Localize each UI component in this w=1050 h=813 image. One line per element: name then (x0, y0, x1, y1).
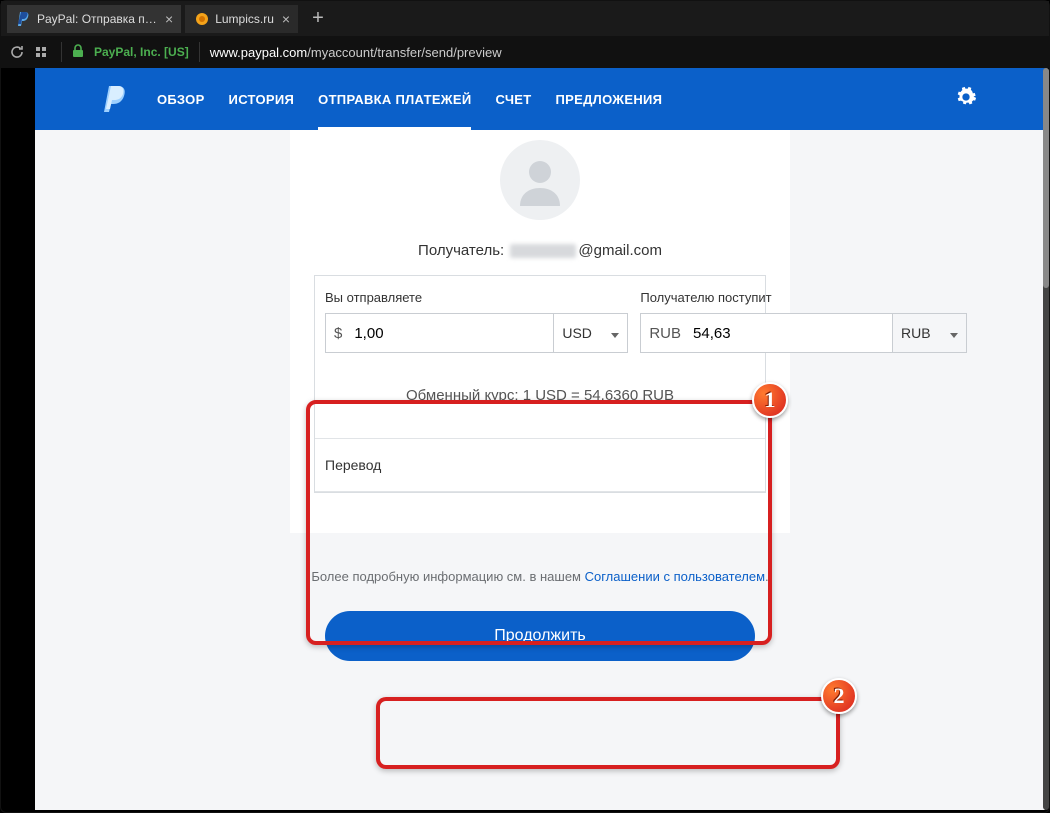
recipient-gets-label: Получателю поступит (640, 290, 967, 305)
lumpics-favicon-icon (195, 12, 209, 26)
nav-send-payments[interactable]: ОТПРАВКА ПЛАТЕЖЕЙ (318, 68, 471, 130)
tab-title: Lumpics.ru (215, 12, 274, 26)
recv-currency-symbol: RUB (641, 314, 685, 352)
paypal-logo-icon[interactable] (103, 84, 129, 114)
address-bar[interactable]: www.paypal.com/myaccount/transfer/send/p… (210, 45, 502, 60)
reload-icon[interactable] (9, 44, 25, 60)
recv-currency-value: RUB (901, 325, 931, 341)
recipient-label: Получатель: (418, 242, 504, 259)
send-currency-select[interactable]: USD (553, 314, 627, 352)
recipient-avatar-icon (500, 140, 580, 220)
user-agreement-link[interactable]: Соглашении с пользователем (585, 569, 765, 584)
amount-form: Вы отправляете $ USD Получателю поступит (314, 275, 766, 493)
recipient-line: Получатель: @gmail.com (290, 242, 790, 259)
recipient-name-redacted (510, 244, 576, 258)
tab-title: PayPal: Отправка платеж (37, 12, 157, 26)
send-currency-symbol: $ (326, 314, 346, 352)
new-tab-button[interactable]: + (302, 7, 334, 30)
agreement-text: Более подробную информацию см. в нашем С… (35, 567, 1045, 587)
close-tab-icon[interactable]: × (165, 11, 173, 27)
paypal-header: ОБЗОР ИСТОРИЯ ОТПРАВКА ПЛАТЕЖЕЙ СЧЕТ ПРЕ… (35, 68, 1045, 130)
nav-offers[interactable]: ПРЕДЛОЖЕНИЯ (556, 68, 663, 130)
transfer-card: Получатель: @gmail.com Вы отправляете $ … (290, 130, 790, 533)
browser-tab-paypal[interactable]: PayPal: Отправка платеж × (7, 5, 181, 33)
paypal-nav: ОБЗОР ИСТОРИЯ ОТПРАВКА ПЛАТЕЖЕЙ СЧЕТ ПРЕ… (157, 68, 662, 130)
gear-icon[interactable] (955, 86, 977, 113)
browser-urlbar: PayPal, Inc. [US] www.paypal.com/myaccou… (1, 36, 1049, 68)
app-frame: PayPal: Отправка платеж × Lumpics.ru × +… (0, 0, 1050, 813)
recv-currency-select[interactable]: RUB (892, 314, 966, 352)
nav-history[interactable]: ИСТОРИЯ (229, 68, 295, 130)
continue-button[interactable]: Продолжить (325, 611, 755, 661)
annotation-badge-2: 2 (821, 678, 857, 714)
recipient-gets-field: RUB RUB (640, 313, 967, 353)
you-send-label: Вы отправляете (325, 290, 628, 305)
annotation-frame-2 (376, 697, 840, 769)
nav-account[interactable]: СЧЕТ (495, 68, 531, 130)
transfer-type-row[interactable]: Перевод (315, 438, 765, 492)
page-viewport: ОБЗОР ИСТОРИЯ ОТПРАВКА ПЛАТЕЖЕЙ СЧЕТ ПРЕ… (35, 68, 1045, 810)
paypal-favicon-icon (17, 12, 31, 26)
you-send-field: $ USD (325, 313, 628, 353)
page-scrollbar[interactable] (1043, 68, 1049, 810)
browser-tab-lumpics[interactable]: Lumpics.ru × (185, 5, 298, 33)
close-tab-icon[interactable]: × (282, 11, 290, 27)
send-currency-value: USD (562, 325, 592, 341)
url-path: /myaccount/transfer/send/preview (307, 45, 501, 60)
ev-cert-label[interactable]: PayPal, Inc. [US] (94, 45, 189, 59)
chevron-down-icon (611, 325, 619, 341)
url-host: www.paypal.com (210, 45, 308, 60)
chevron-down-icon (950, 325, 958, 341)
send-amount-input[interactable] (346, 314, 553, 352)
exchange-rate-text: Обменный курс: 1 USD = 54,6360 RUB (315, 353, 765, 438)
recipient-email-suffix: @gmail.com (578, 242, 662, 259)
apps-icon[interactable] (35, 44, 51, 60)
nav-overview[interactable]: ОБЗОР (157, 68, 205, 130)
browser-tabbar: PayPal: Отправка платеж × Lumpics.ru × + (1, 1, 1049, 36)
recv-amount-input[interactable] (685, 314, 892, 352)
lock-icon[interactable] (72, 44, 84, 61)
scrollbar-thumb[interactable] (1043, 68, 1049, 288)
